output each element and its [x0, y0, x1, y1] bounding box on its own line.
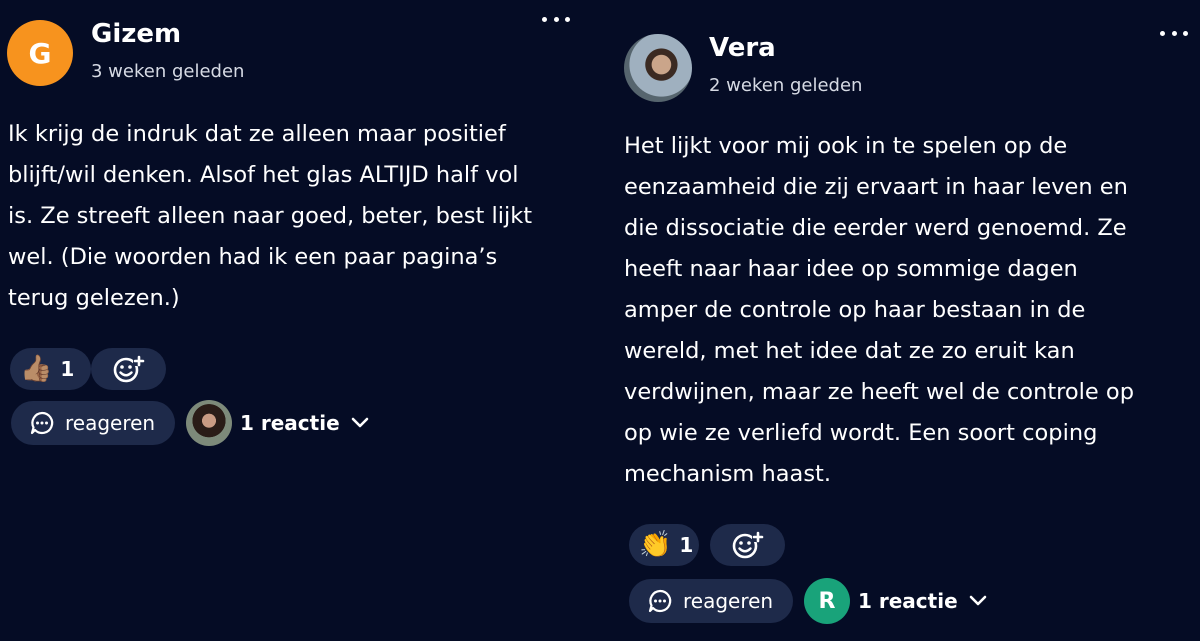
chat-bubble-icon	[29, 410, 55, 436]
reply-label: reageren	[65, 411, 156, 435]
chevron-down-icon	[968, 594, 988, 608]
more-dot	[1183, 30, 1188, 36]
reply-button[interactable]: reageren	[11, 401, 175, 445]
comment-card-gizem: G Gizem 3 weken geleden Ik krijg de indr…	[0, 0, 600, 641]
avatar[interactable]	[624, 34, 692, 102]
replies-toggle[interactable]: 1 reactie	[186, 400, 370, 446]
more-dot	[565, 16, 570, 22]
replier-avatar	[186, 400, 232, 446]
reaction-count: 1	[679, 533, 694, 557]
add-emoji-icon	[732, 530, 764, 560]
replier-letter: R	[818, 588, 836, 614]
timestamp: 2 weken geleden	[709, 75, 863, 96]
timestamp: 3 weken geleden	[91, 61, 245, 82]
replies-count-label: 1 reactie	[858, 589, 958, 613]
add-reaction-button[interactable]	[710, 524, 785, 566]
more-dot	[553, 16, 559, 22]
replies-toggle[interactable]: R 1 reactie	[804, 578, 988, 624]
clapping-hands-icon: 👏	[639, 530, 672, 560]
more-dot	[1171, 30, 1177, 36]
reaction-count: 1	[60, 357, 75, 381]
reaction-button[interactable]: 👏 1	[629, 524, 699, 566]
comments-page: G Gizem 3 weken geleden Ik krijg de indr…	[0, 0, 1200, 641]
comment-body: Het lijkt voor mij ook in te spelen op d…	[624, 133, 1134, 487]
replies-count-label: 1 reactie	[240, 411, 340, 435]
chevron-down-icon	[350, 416, 370, 430]
reaction-button[interactable]: 👍🏽 1	[10, 348, 91, 390]
author-name[interactable]: Vera	[709, 33, 776, 63]
chat-bubble-icon	[647, 588, 673, 614]
avatar-letter: G	[28, 36, 52, 70]
more-options-button[interactable]	[1160, 26, 1188, 40]
add-reaction-button[interactable]	[91, 348, 166, 390]
reply-label: reageren	[683, 589, 774, 613]
more-options-button[interactable]	[542, 12, 570, 26]
add-emoji-icon	[113, 354, 145, 384]
avatar[interactable]: G	[7, 20, 73, 86]
thumbs-up-icon: 👍🏽	[20, 354, 53, 384]
replier-avatar: R	[804, 578, 850, 624]
more-dots-icon	[542, 16, 547, 22]
more-dots-icon	[1160, 30, 1165, 36]
comment-body: Ik krijg de indruk dat ze alleen maar po…	[8, 121, 533, 311]
reply-button[interactable]: reageren	[629, 579, 793, 623]
author-name[interactable]: Gizem	[91, 19, 181, 49]
